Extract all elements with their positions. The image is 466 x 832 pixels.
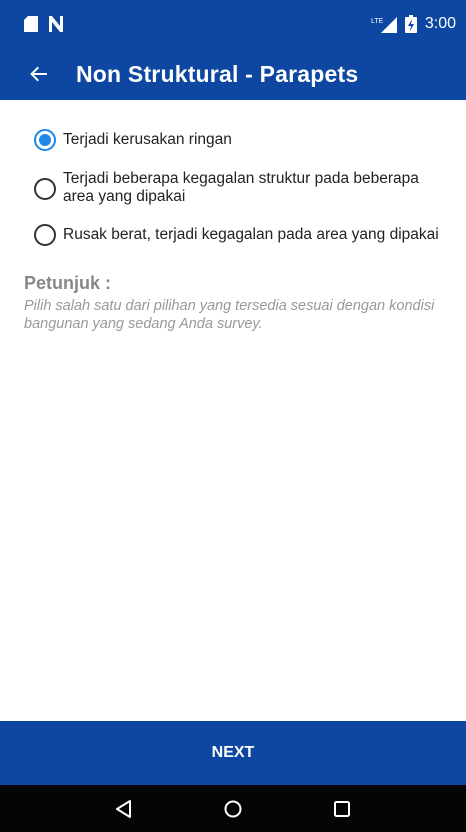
hint-section: Petunjuk : Pilih salah satu dari pilihan… [24, 273, 444, 333]
option-label: Rusak berat, terjadi kegagalan pada area… [63, 226, 439, 243]
battery-icon [404, 15, 417, 33]
back-button[interactable] [0, 48, 72, 100]
nav-back-button[interactable] [104, 789, 144, 829]
nav-home-button[interactable] [213, 789, 253, 829]
n-icon [48, 16, 64, 32]
home-circle-icon [224, 800, 242, 817]
option-row-1[interactable]: Terjadi kerusakan ringan [34, 129, 232, 151]
nav-recents-button[interactable] [322, 789, 362, 829]
next-button-label: NEXT [211, 744, 255, 761]
arrow-left-icon [30, 66, 47, 82]
status-bar: LTE 3:00 [0, 0, 466, 48]
status-time: 3:00 [424, 15, 456, 32]
radio-button-selected[interactable] [34, 129, 56, 151]
svg-text:LTE: LTE [371, 18, 384, 25]
status-left-icons [24, 16, 64, 32]
lte-signal-icon: LTE [371, 15, 397, 33]
app-bar: Non Struktural - Parapets [0, 48, 466, 100]
hint-title: Petunjuk : [24, 273, 112, 293]
option-label: Terjadi kerusakan ringan [63, 131, 232, 148]
option-label: Terjadi beberapa kegagalan struktur pada… [63, 170, 419, 205]
radio-button[interactable] [34, 178, 56, 200]
page-title: Non Struktural - Parapets [76, 60, 359, 87]
back-triangle-icon [116, 799, 132, 818]
next-button[interactable]: NEXT [0, 721, 466, 785]
radio-button[interactable] [34, 224, 56, 246]
option-row-2[interactable]: Terjadi beberapa kegagalan struktur pada… [34, 170, 444, 206]
system-nav-bar [0, 785, 466, 832]
hint-text: Pilih salah satu dari pilihan yang terse… [24, 298, 435, 332]
sd-card-icon [24, 16, 38, 32]
option-row-3[interactable]: Rusak berat, terjadi kegagalan pada area… [34, 224, 454, 246]
status-right-icons: LTE 3:00 [371, 15, 456, 33]
recents-square-icon [333, 800, 350, 817]
